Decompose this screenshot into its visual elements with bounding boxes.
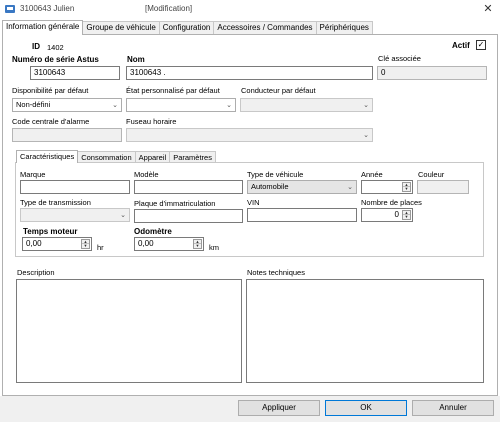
chevron-down-icon: ⌄ [363, 102, 369, 109]
actif-label: Actif [452, 41, 470, 50]
check-icon: ✓ [477, 40, 485, 49]
availability-value: Non-défini [16, 100, 51, 109]
ok-button[interactable]: OK [325, 400, 407, 416]
tab-configuration[interactable]: Configuration [158, 21, 215, 34]
chevron-down-icon: ⌄ [112, 102, 118, 109]
key-label: Clé associée [378, 54, 421, 63]
transmission-select[interactable]: ⌄ [20, 208, 130, 222]
main-tab-strip: Information générale Groupe de véhicule … [2, 20, 373, 35]
availability-label: Disponibilité par défaut [12, 86, 89, 95]
year-stepper[interactable]: ▲ ▼ [402, 182, 411, 192]
seats-label: Nombre de places [361, 198, 422, 207]
chevron-down-icon: ⌄ [120, 212, 126, 219]
engine-time-field[interactable]: 0,00 ▲ ▼ [22, 237, 92, 251]
plate-label: Plaque d'immatriculation [134, 199, 216, 208]
id-label: ID [32, 42, 40, 51]
cancel-button[interactable]: Annuler [412, 400, 494, 416]
seats-value: 0 [394, 210, 399, 219]
actif-checkbox[interactable]: ✓ [476, 40, 486, 50]
driver-label: Conducteur par défaut [241, 86, 316, 95]
window-mode: [Modification] [145, 4, 193, 13]
year-field[interactable]: ▲ ▼ [361, 180, 413, 194]
key-field[interactable]: 0 [377, 66, 487, 80]
window-title: 3100643 Julien [20, 4, 75, 13]
odometer-stepper[interactable]: ▲ ▼ [193, 239, 202, 249]
state-select[interactable]: ⌄ [126, 98, 236, 112]
serial-field[interactable]: 3100643 [30, 66, 120, 80]
technical-notes-textarea[interactable] [246, 279, 484, 383]
seats-stepper[interactable]: ▲ ▼ [402, 210, 411, 220]
tab-groupe-vehicule[interactable]: Groupe de véhicule [82, 21, 160, 34]
alarm-label: Code centrale d'alarme [12, 117, 90, 126]
seats-field[interactable]: 0 ▲ ▼ [361, 208, 413, 222]
chevron-down-icon: ⌄ [363, 132, 369, 139]
odometer-unit: km [209, 243, 219, 252]
tab-information-generale[interactable]: Information générale [2, 20, 84, 35]
odometer-value: 0,00 [138, 239, 154, 248]
tab-caracteristiques[interactable]: Caractéristiques [16, 150, 79, 163]
chevron-down-icon: ⌄ [226, 102, 232, 109]
name-field[interactable]: 3100643 . [126, 66, 373, 80]
brand-label: Marque [20, 170, 46, 179]
description-textarea[interactable] [16, 279, 242, 383]
apply-button[interactable]: Appliquer [238, 400, 320, 416]
state-label: État personnalisé par défaut [126, 86, 220, 95]
description-label: Description [17, 268, 55, 277]
name-label: Nom [127, 55, 145, 64]
availability-select[interactable]: Non-défini ⌄ [12, 98, 122, 112]
engine-time-unit: hr [97, 243, 104, 252]
engine-time-stepper[interactable]: ▲ ▼ [81, 239, 90, 249]
model-label: Modèle [134, 170, 159, 179]
color-label: Couleur [418, 170, 445, 179]
transmission-label: Type de transmission [20, 198, 91, 207]
vehicle-type-label: Type de véhicule [247, 170, 304, 179]
vehicle-type-value: Automobile [251, 182, 289, 191]
year-label: Année [361, 170, 383, 179]
close-icon[interactable]: ✕ [481, 2, 495, 16]
odometer-label: Odomètre [134, 227, 172, 236]
id-value: 1402 [47, 43, 64, 52]
technical-notes-label: Notes techniques [247, 268, 305, 277]
serial-label: Numéro de série Astus [12, 55, 99, 64]
title-bar [0, 0, 500, 18]
alarm-field[interactable] [12, 128, 122, 142]
vehicle-type-select[interactable]: Automobile ⌄ [247, 180, 357, 194]
driver-select[interactable]: ⌄ [240, 98, 373, 112]
engine-time-value: 0,00 [26, 239, 42, 248]
model-field[interactable] [134, 180, 243, 194]
timezone-select[interactable]: ⌄ [126, 128, 373, 142]
tab-peripheriques[interactable]: Périphériques [315, 21, 373, 34]
chevron-down-icon: ⌄ [347, 184, 353, 191]
tab-accessoires-commandes[interactable]: Accessoires / Commandes [213, 21, 317, 34]
engine-time-label: Temps moteur [23, 227, 78, 236]
timezone-label: Fuseau horaire [126, 117, 177, 126]
odometer-field[interactable]: 0,00 ▲ ▼ [134, 237, 204, 251]
plate-field[interactable] [134, 209, 243, 223]
vin-field[interactable] [247, 208, 357, 222]
brand-field[interactable] [20, 180, 130, 194]
color-field[interactable] [417, 180, 469, 194]
vin-label: VIN [247, 198, 260, 207]
app-icon [5, 5, 15, 13]
